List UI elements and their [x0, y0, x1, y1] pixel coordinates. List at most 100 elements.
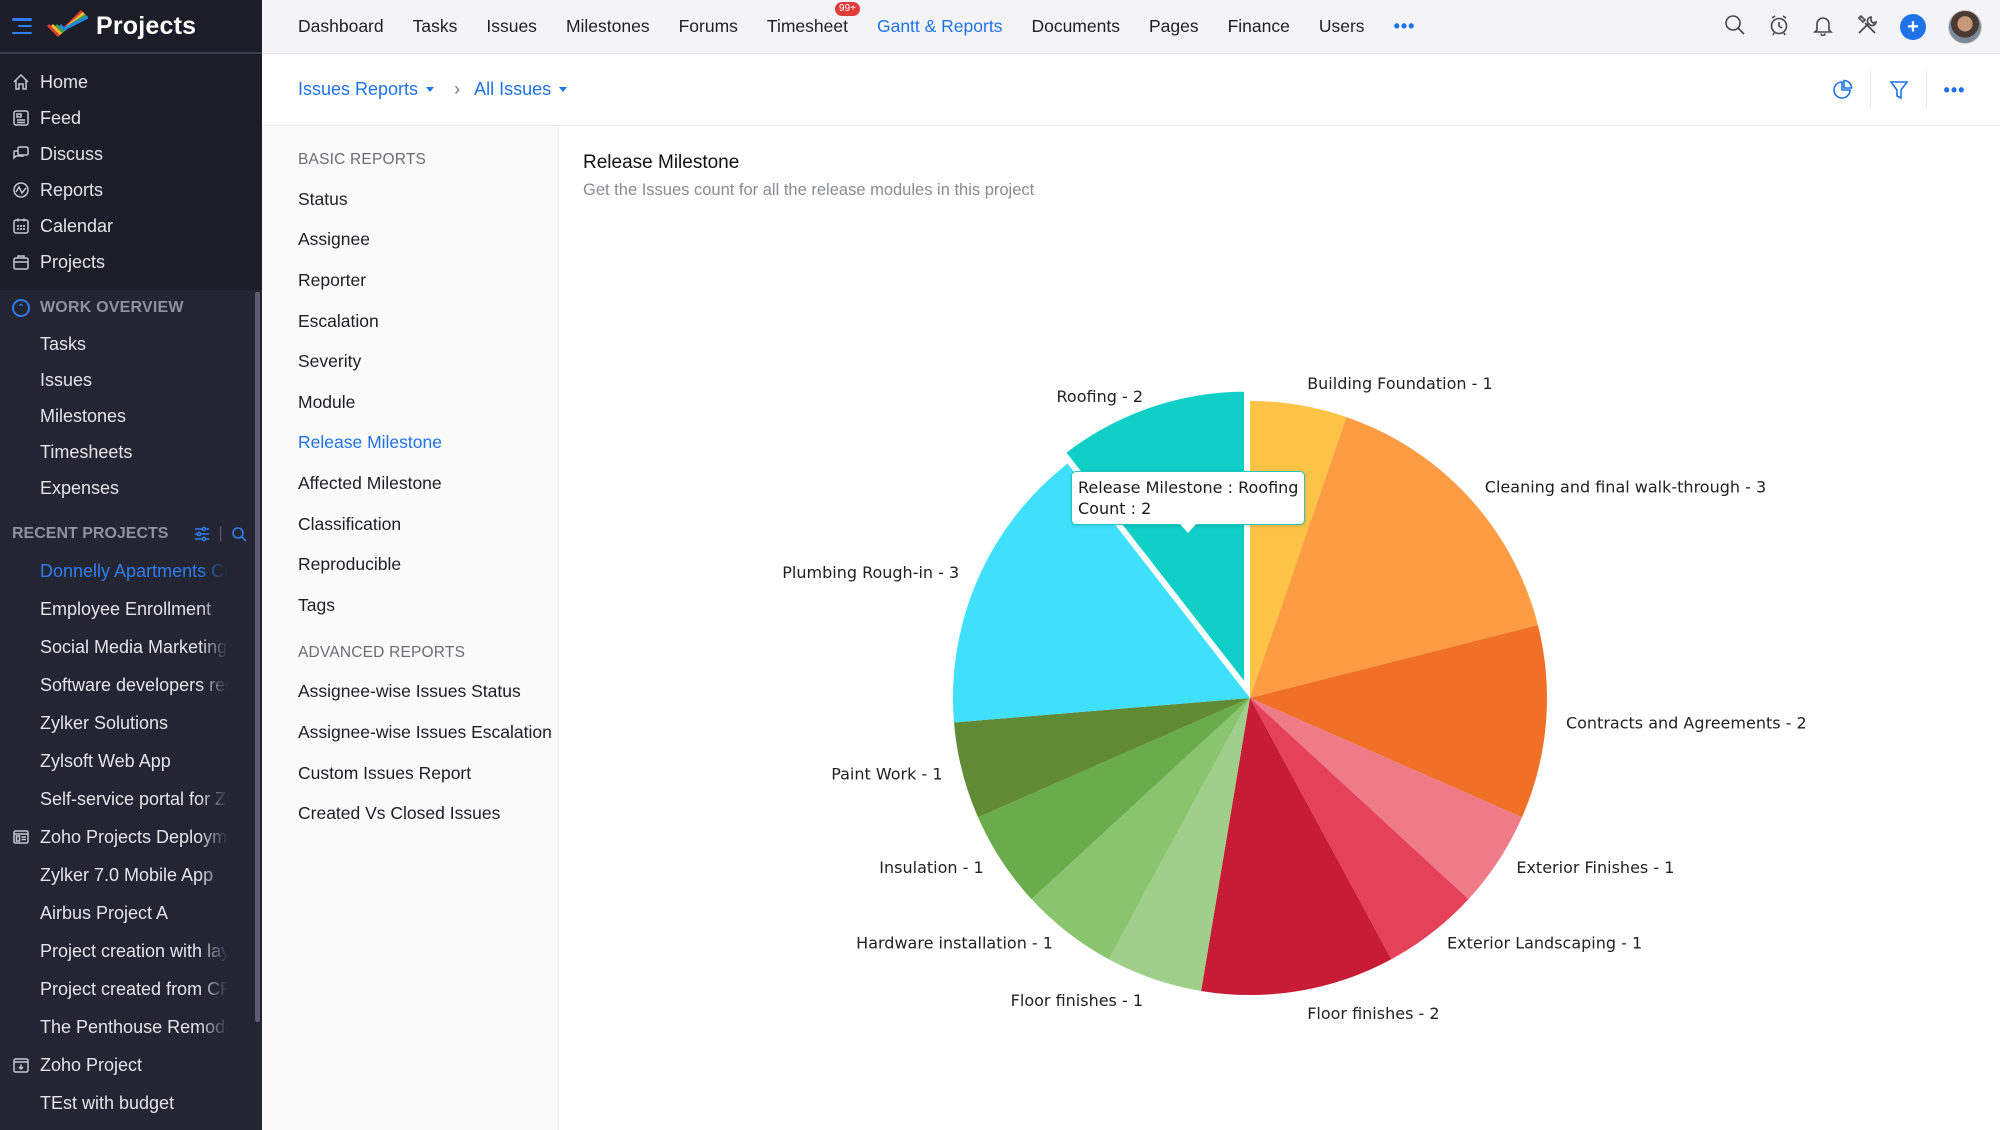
filter-button[interactable]	[1870, 71, 1926, 109]
breadcrumb-all-issues[interactable]: All Issues	[474, 79, 568, 100]
report-item-release-milestone[interactable]: Release Milestone	[298, 423, 558, 464]
recent-project-item[interactable]: Zylsoft Web App	[0, 742, 262, 780]
report-item-module[interactable]: Module	[298, 382, 558, 423]
pie-slice-label: Contracts and Agreements - 2	[1566, 714, 1807, 733]
nav-item-feed[interactable]: Feed	[0, 100, 262, 136]
chart-type-button[interactable]	[1814, 71, 1870, 109]
recent-projects-tools: |	[194, 525, 247, 543]
bell-icon[interactable]	[1812, 14, 1834, 41]
report-item-created-vs-closed[interactable]: Created Vs Closed Issues	[298, 793, 558, 834]
work-overview-label: WORK OVERVIEW	[40, 299, 184, 316]
work-item-issues[interactable]: Issues	[0, 362, 234, 398]
sidebar: Projects Home Feed Discuss Reports Calen…	[0, 0, 262, 1130]
recent-project-item[interactable]: TEst with budget	[0, 1084, 262, 1122]
recent-project-item[interactable]: Self-service portal for Zylker	[0, 780, 262, 818]
search-projects-icon[interactable]	[231, 526, 247, 542]
report-item-assignee-status[interactable]: Assignee-wise Issues Status	[298, 672, 558, 713]
report-item-assignee[interactable]: Assignee	[298, 220, 558, 261]
report-item-reproducible[interactable]: Reproducible	[298, 544, 558, 585]
briefcase-icon	[12, 253, 30, 271]
pie-slice-label: Floor finishes - 2	[1307, 1004, 1439, 1023]
nav-label: Projects	[40, 251, 106, 272]
more-options-button[interactable]: •••	[1926, 71, 1982, 109]
user-avatar[interactable]	[1948, 10, 1982, 44]
breadcrumb-bar: Issues Reports › All Issues •••	[262, 54, 2000, 126]
nav-item-reports[interactable]: Reports	[0, 172, 262, 208]
basic-reports-heading: BASIC REPORTS	[298, 151, 427, 168]
add-new-button[interactable]: +	[1900, 14, 1926, 40]
breadcrumb-issues-reports[interactable]: Issues Reports	[298, 79, 435, 100]
report-item-status[interactable]: Status	[298, 179, 558, 220]
report-item-escalation[interactable]: Escalation	[298, 301, 558, 342]
work-item-milestones[interactable]: Milestones	[0, 398, 234, 434]
nav-label: Discuss	[40, 143, 104, 164]
nav-item-home[interactable]: Home	[0, 64, 262, 100]
report-item-assignee-escalation[interactable]: Assignee-wise Issues Escalation	[298, 712, 558, 753]
notification-badge: 99+	[835, 2, 860, 16]
main-nav: Home Feed Discuss Reports Calendar Proje…	[0, 54, 262, 280]
recent-project-item[interactable]: Project created from CRM	[0, 970, 262, 1008]
tab-dashboard[interactable]: Dashboard	[298, 16, 384, 37]
tab-milestones[interactable]: Milestones	[566, 16, 650, 37]
report-item-tags[interactable]: Tags	[298, 585, 558, 626]
recent-project-item[interactable]: Project creation with layout	[0, 932, 262, 970]
more-tabs-button[interactable]: •••	[1394, 16, 1416, 37]
recent-project-item[interactable]: Zoho Projects Deployment	[0, 818, 262, 856]
pie-slice-label: Paint Work - 1	[831, 764, 942, 783]
recent-project-item[interactable]: Employee Enrollment	[0, 590, 262, 628]
tab-pages[interactable]: Pages	[1149, 16, 1199, 37]
tab-timesheet-label: Timesheet	[766, 16, 848, 36]
work-item-tasks[interactable]: Tasks	[0, 326, 234, 362]
nav-label: Feed	[40, 107, 82, 128]
tab-users[interactable]: Users	[1319, 16, 1365, 37]
search-icon[interactable]	[1724, 14, 1746, 41]
work-item-expenses[interactable]: Expenses	[0, 470, 234, 506]
nav-item-calendar[interactable]: Calendar	[0, 208, 262, 244]
tools-icon[interactable]	[1856, 14, 1878, 41]
reports-list-panel: BASIC REPORTS Status Assignee Reporter E…	[262, 127, 559, 1130]
tab-finance[interactable]: Finance	[1228, 16, 1290, 37]
report-item-custom[interactable]: Custom Issues Report	[298, 753, 558, 794]
recent-project-item[interactable]: Zylker 7.0 Mobile App	[0, 856, 262, 894]
nav-label: Calendar	[40, 215, 114, 236]
chart-subtitle: Get the Issues count for all the release…	[583, 181, 1035, 199]
recent-project-item[interactable]: Social Media Marketing	[0, 628, 262, 666]
work-overview-heading[interactable]: ⌃ WORK OVERVIEW	[0, 290, 262, 326]
report-item-severity[interactable]: Severity	[298, 341, 558, 382]
tooltip-line-2: Count : 2	[1078, 499, 1152, 518]
report-item-classification[interactable]: Classification	[298, 504, 558, 545]
app-root: Projects Home Feed Discuss Reports Calen…	[0, 0, 2000, 1130]
nav-item-discuss[interactable]: Discuss	[0, 136, 262, 172]
work-item-timesheets[interactable]: Timesheets	[0, 434, 234, 470]
tab-tasks[interactable]: Tasks	[413, 16, 458, 37]
recent-project-item[interactable]: Zoho Project	[0, 1046, 262, 1084]
tab-forums[interactable]: Forums	[679, 16, 738, 37]
module-tabs: Dashboard Tasks Issues Milestones Forums…	[262, 2, 1416, 37]
report-item-reporter[interactable]: Reporter	[298, 260, 558, 301]
tab-documents[interactable]: Documents	[1031, 16, 1120, 37]
pie-chart: Building Foundation - 1 Cleaning and fina…	[782, 374, 1807, 1023]
tab-gantt-reports[interactable]: Gantt & Reports	[877, 16, 1002, 37]
recent-projects-heading: RECENT PROJECTS |	[0, 516, 262, 552]
tab-timesheet[interactable]: Timesheet 99+	[766, 2, 860, 37]
collapse-chevron-icon[interactable]: ⌃	[12, 299, 30, 317]
nav-item-projects[interactable]: Projects	[0, 244, 262, 280]
filter-sliders-icon[interactable]	[194, 526, 210, 542]
recent-project-item[interactable]: The Penthouse Remodel	[0, 1008, 262, 1046]
brand-bar: Projects	[0, 0, 262, 54]
nav-label: Home	[40, 71, 89, 92]
sidebar-scrollbar[interactable]	[255, 292, 260, 1022]
feed-icon	[12, 109, 30, 127]
menu-toggle-icon[interactable]	[12, 18, 32, 34]
chart-area: Building Foundation - 1 Cleaning and fina…	[560, 127, 2000, 1130]
recent-project-item[interactable]: Software developers recruitment	[0, 666, 262, 704]
recent-project-item[interactable]: Zylker Solutions	[0, 704, 262, 742]
timer-icon[interactable]	[1768, 14, 1790, 41]
pie-slice-label: Roofing - 2	[1057, 387, 1143, 406]
tab-issues[interactable]: Issues	[486, 16, 537, 37]
report-item-affected-milestone[interactable]: Affected Milestone	[298, 463, 558, 504]
recent-project-item[interactable]: Donnelly Apartments Construction	[0, 552, 262, 590]
recent-project-item[interactable]: Airbus Project A	[0, 894, 262, 932]
top-actions: +	[1724, 0, 1982, 54]
recent-projects-label: RECENT PROJECTS	[12, 525, 169, 542]
